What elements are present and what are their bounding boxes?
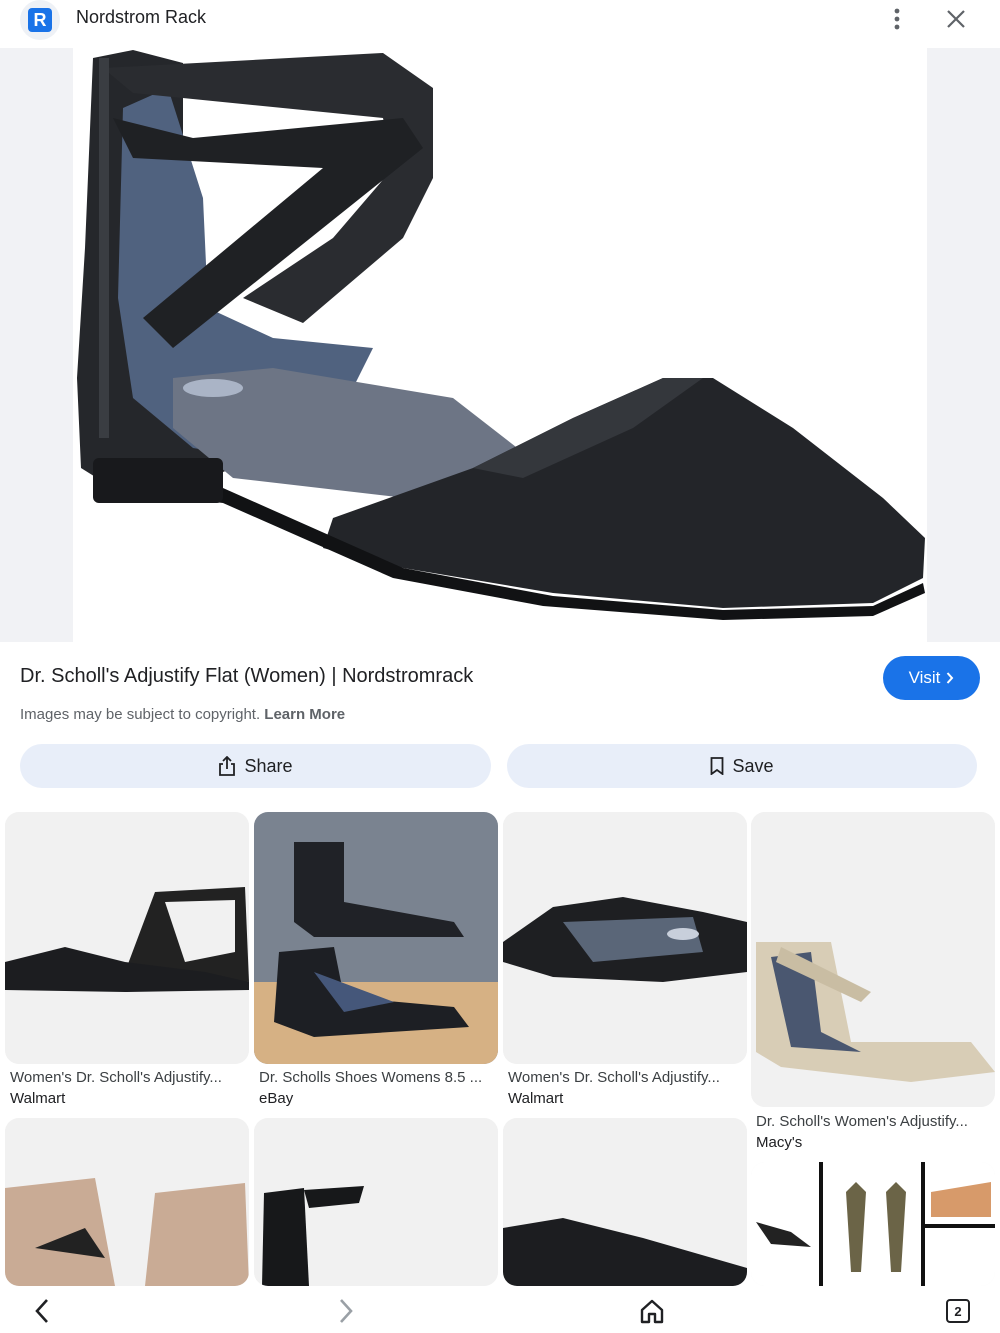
share-icon [219, 756, 236, 776]
related-image-card[interactable] [254, 812, 498, 1064]
related-shoe-thumbnail [254, 812, 498, 1064]
bookmark-icon [711, 757, 724, 775]
site-name[interactable]: Nordstrom Rack [76, 7, 206, 28]
copyright-notice: Images may be subject to copyright. Lear… [20, 706, 345, 723]
site-favicon[interactable]: R [20, 0, 60, 40]
visit-label: Visit [908, 668, 941, 687]
tab-switcher-button[interactable]: 2 [938, 1294, 978, 1328]
related-shoe-thumbnail [751, 812, 995, 1107]
more-options-button[interactable] [880, 4, 914, 34]
related-title[interactable]: Dr. Scholls Shoes Womens 8.5 ... [259, 1069, 494, 1086]
related-shoe-thumbnail [751, 1162, 995, 1286]
forward-button[interactable] [326, 1294, 366, 1328]
back-button[interactable] [22, 1294, 62, 1328]
related-shoe-thumbnail [5, 1118, 249, 1286]
save-button[interactable]: Save [507, 744, 977, 788]
related-shoe-thumbnail [503, 1118, 747, 1286]
related-image-card[interactable] [751, 812, 995, 1107]
browser-bottom-nav: 2 [0, 1286, 1000, 1333]
copyright-text: Images may be subject to copyright. [20, 706, 261, 723]
share-label: Share [244, 755, 293, 776]
save-label: Save [732, 755, 774, 776]
related-title[interactable]: Women's Dr. Scholl's Adjustify... [508, 1069, 743, 1086]
related-title[interactable]: Dr. Scholl's Women's Adjustify... [756, 1113, 991, 1130]
related-image-card[interactable] [503, 1118, 747, 1286]
related-image-card[interactable] [503, 812, 747, 1064]
related-shoe-thumbnail [254, 1118, 498, 1286]
nordstrom-rack-logo: R [28, 8, 52, 32]
related-shoe-thumbnail [5, 812, 249, 1064]
main-product-image[interactable] [0, 48, 1000, 642]
learn-more-link[interactable]: Learn More [264, 706, 345, 723]
related-source: eBay [259, 1090, 294, 1107]
more-vert-icon [894, 8, 900, 30]
related-image-card[interactable] [5, 1118, 249, 1286]
share-button[interactable]: Share [20, 744, 491, 788]
chevron-left-icon [35, 1299, 48, 1323]
tab-count: 2 [946, 1299, 970, 1323]
close-icon [947, 10, 965, 28]
related-source: Walmart [508, 1090, 564, 1107]
result-title[interactable]: Dr. Scholl's Adjustify Flat (Women) | No… [20, 665, 473, 688]
home-button[interactable] [632, 1294, 672, 1328]
chevron-right-icon [947, 672, 954, 684]
visit-button[interactable]: Visit [883, 656, 980, 700]
related-source: Walmart [10, 1090, 66, 1107]
close-button[interactable] [940, 4, 972, 34]
chevron-right-icon [340, 1299, 353, 1323]
home-icon [640, 1299, 664, 1324]
related-source: Macy's [756, 1134, 803, 1151]
product-photo [73, 48, 927, 642]
related-image-card[interactable] [254, 1118, 498, 1286]
related-title[interactable]: Women's Dr. Scholl's Adjustify... [10, 1069, 245, 1086]
black-flat-shoe-illustration [77, 50, 925, 620]
top-bar: R Nordstrom Rack [0, 0, 1000, 48]
related-image-card[interactable] [751, 1162, 995, 1286]
related-shoe-thumbnail [503, 812, 747, 1064]
related-image-card[interactable] [5, 812, 249, 1064]
